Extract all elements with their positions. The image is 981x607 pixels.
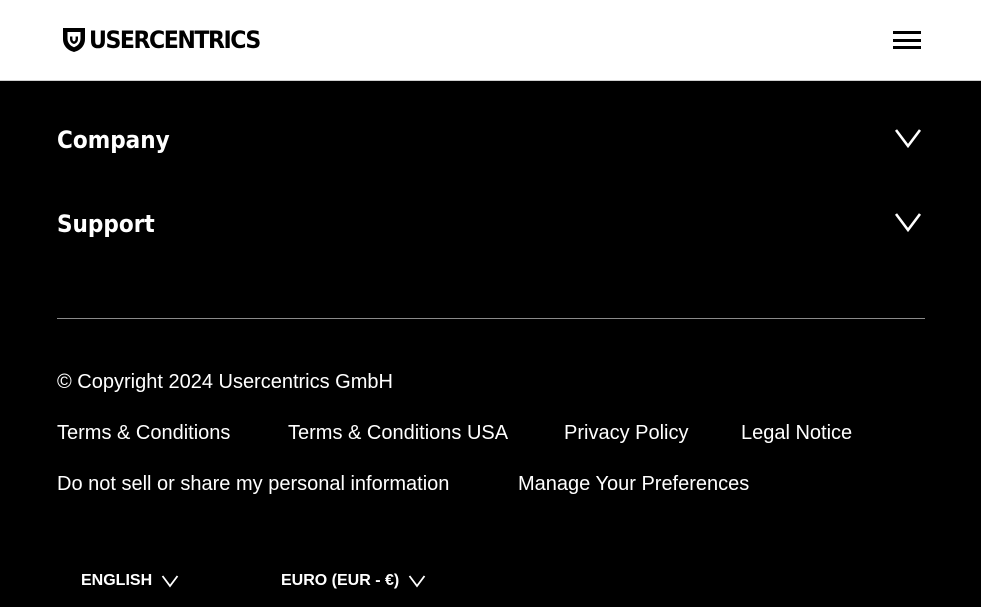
language-label: ENGLISH bbox=[81, 572, 153, 589]
terms-conditions-link[interactable]: Terms & Conditions bbox=[57, 420, 230, 446]
currency-label: EURO (EUR - €) bbox=[281, 572, 400, 589]
language-selector[interactable]: ENGLISH bbox=[81, 568, 179, 594]
manage-preferences-link[interactable]: Manage Your Preferences bbox=[518, 471, 749, 497]
hamburger-menu-icon[interactable] bbox=[890, 28, 924, 52]
legal-notice-link[interactable]: Legal Notice bbox=[741, 420, 852, 446]
site-header: USERCENTRICS bbox=[0, 0, 981, 81]
page: USERCENTRICS Company Support © Copyright… bbox=[0, 0, 981, 607]
accordion-support-label: Support bbox=[57, 210, 155, 238]
chevron-down-icon bbox=[161, 575, 179, 588]
chevron-down-icon bbox=[894, 213, 922, 233]
chevron-down-icon bbox=[894, 129, 922, 149]
accordion-support[interactable]: Support bbox=[57, 204, 925, 244]
shield-logo-icon bbox=[63, 28, 85, 52]
chevron-down-icon bbox=[409, 575, 426, 588]
copyright-text: © Copyright 2024 Usercentrics GmbH bbox=[57, 371, 393, 393]
accordion-company[interactable]: Company bbox=[57, 120, 925, 160]
logo-wordmark: USERCENTRICS bbox=[89, 26, 261, 54]
accordion-company-label: Company bbox=[57, 126, 170, 154]
footer-divider bbox=[57, 318, 925, 319]
terms-conditions-usa-link[interactable]: Terms & Conditions USA bbox=[288, 420, 508, 446]
usercentrics-logo[interactable]: USERCENTRICS bbox=[62, 26, 275, 54]
currency-selector[interactable]: EURO (EUR - €) bbox=[281, 568, 426, 594]
do-not-sell-link[interactable]: Do not sell or share my personal informa… bbox=[57, 471, 449, 497]
privacy-policy-link[interactable]: Privacy Policy bbox=[564, 420, 688, 446]
